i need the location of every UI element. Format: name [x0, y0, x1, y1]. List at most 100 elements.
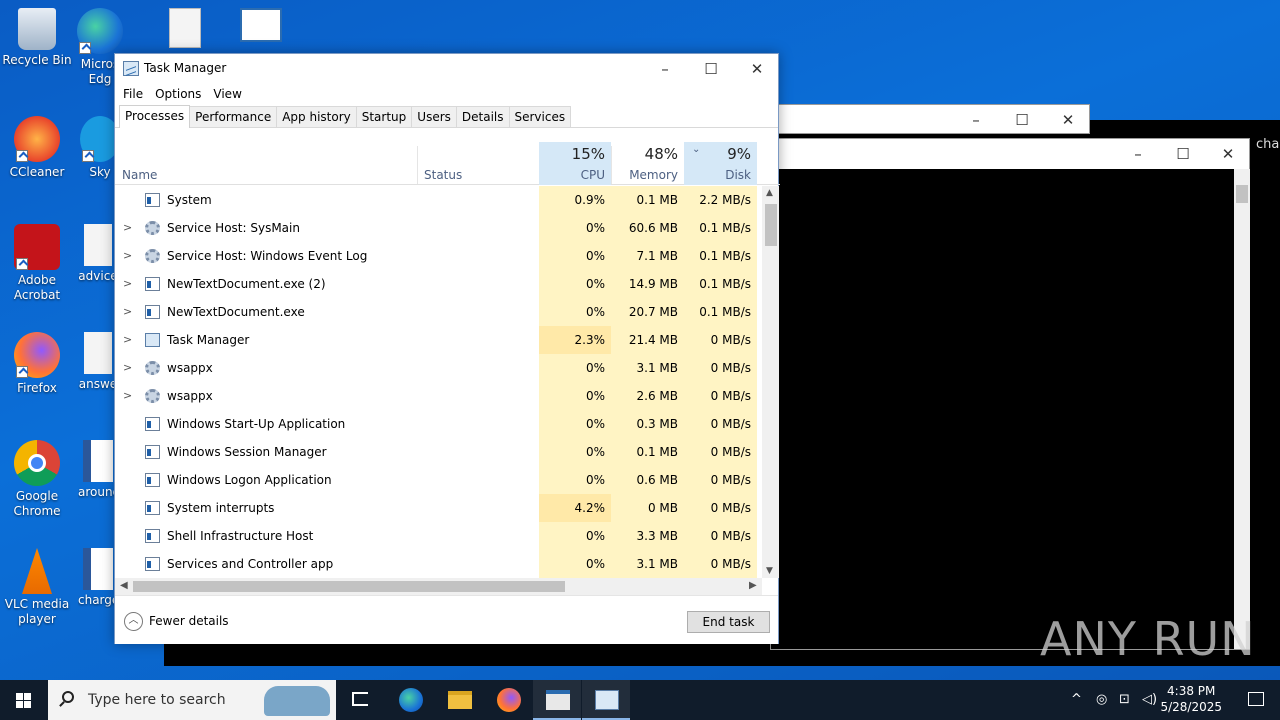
- desktop-icon-answe[interactable]: answe: [78, 332, 118, 392]
- maximize-button[interactable]: ☐: [999, 105, 1045, 135]
- column-header-disk[interactable]: ⌄ 9% Disk: [684, 142, 757, 185]
- scroll-down-arrow-icon[interactable]: ▼: [766, 566, 773, 576]
- desktop-icon-label: answe: [78, 377, 118, 391]
- process-row[interactable]: Windows Start-Up Application 0% 0.3 MB 0 MB…: [115, 410, 760, 438]
- tab-services[interactable]: Services: [508, 106, 572, 127]
- desktop-icon-advice[interactable]: advice: [78, 224, 118, 284]
- horizontal-scrollbar[interactable]: ◀ ▶: [115, 578, 762, 595]
- console-window[interactable]: – ☐ ✕: [770, 138, 1250, 650]
- taskbar-task-manager[interactable]: [582, 680, 630, 720]
- minimize-button[interactable]: –: [642, 54, 688, 84]
- expand-chevron-icon[interactable]: >: [123, 249, 132, 262]
- vertical-scrollbar[interactable]: ▲ ▼: [762, 186, 779, 578]
- desktop-icon-firefox[interactable]: Firefox: [0, 332, 74, 396]
- meet-now-icon[interactable]: ◎: [1096, 692, 1107, 707]
- desktop-icon-charge[interactable]: charge: [78, 548, 118, 608]
- expand-chevron-icon[interactable]: >: [123, 305, 132, 318]
- expand-chevron-icon[interactable]: >: [123, 389, 132, 402]
- taskbar-search-box[interactable]: Type here to search: [48, 680, 336, 720]
- taskbar-firefox[interactable]: [484, 680, 532, 720]
- expand-chevron-icon[interactable]: >: [123, 361, 132, 374]
- network-icon[interactable]: ⊡: [1119, 692, 1130, 707]
- process-row[interactable]: > NewTextDocument.exe 0% 20.7 MB 0.1 MB/s: [115, 298, 760, 326]
- console-scrollbar[interactable]: [1234, 169, 1250, 649]
- process-name: Shell Infrastructure Host: [167, 529, 314, 543]
- process-row[interactable]: > wsappx 0% 2.6 MB 0 MB/s: [115, 382, 760, 410]
- tab-app-history[interactable]: App history: [276, 106, 357, 127]
- desktop-icon-around[interactable]: around: [78, 440, 118, 500]
- file-icon: [84, 224, 112, 266]
- scroll-right-arrow-icon[interactable]: ▶: [749, 580, 757, 591]
- tab-users[interactable]: Users: [411, 106, 457, 127]
- process-row[interactable]: > Task Manager 2.3% 21.4 MB 0 MB/s: [115, 326, 760, 354]
- expand-chevron-icon[interactable]: >: [123, 333, 132, 346]
- process-row[interactable]: Windows Logon Application 0% 0.6 MB 0 MB/s: [115, 466, 760, 494]
- fewer-details-link[interactable]: Fewer details: [149, 614, 229, 628]
- close-button[interactable]: ✕: [1045, 105, 1091, 135]
- desktop-icon-recycle-bin[interactable]: Recycle Bin: [0, 8, 74, 68]
- process-row[interactable]: Windows Session Manager 0% 0.1 MB 0 MB/s: [115, 438, 760, 466]
- desktop-icon-google-chrome[interactable]: Google Chrome: [0, 440, 74, 519]
- scroll-left-arrow-icon[interactable]: ◀: [120, 580, 128, 591]
- tab-performance[interactable]: Performance: [189, 106, 278, 127]
- scroll-thumb[interactable]: [133, 581, 565, 592]
- windows-logo-icon-part: [24, 701, 31, 708]
- column-header-memory[interactable]: 48% Memory: [611, 142, 684, 185]
- console-output-area[interactable]: [771, 169, 1234, 649]
- desktop-icon-file-1[interactable]: [160, 8, 210, 51]
- title-bar[interactable]: Task Manager – ☐ ✕: [115, 54, 778, 84]
- scroll-thumb[interactable]: [1236, 185, 1248, 203]
- chevron-up-icon[interactable]: ︿: [124, 612, 143, 631]
- volume-icon[interactable]: ◁): [1142, 692, 1157, 707]
- process-row[interactable]: System interrupts 4.2% 0 MB 0 MB/s: [115, 494, 760, 522]
- desktop-icon-file-2[interactable]: [236, 8, 286, 45]
- taskbar: Type here to search ^ ◎ ⊡ ◁) 4:38 PM 5/2…: [0, 680, 1280, 720]
- scroll-up-arrow-icon[interactable]: ▲: [766, 188, 773, 198]
- maximize-button[interactable]: ☐: [1160, 139, 1206, 169]
- menu-options[interactable]: Options: [149, 84, 207, 104]
- end-task-button[interactable]: End task: [687, 611, 770, 633]
- minimize-button[interactable]: –: [953, 105, 999, 135]
- task-view-button[interactable]: [336, 680, 384, 720]
- start-button[interactable]: [0, 680, 48, 720]
- system-clock[interactable]: 4:38 PM 5/28/2025: [1160, 683, 1222, 715]
- desktop-icon-adobe-acrobat[interactable]: Adobe Acrobat: [0, 224, 74, 303]
- desktop-icon-ccleaner[interactable]: CCleaner: [0, 116, 74, 180]
- process-list[interactable]: System 0.9% 0.1 MB 2.2 MB/s > Service Host: S…: [115, 186, 760, 578]
- process-row[interactable]: > Service Host: Windows Event Log 0% 7.1 MB…: [115, 242, 760, 270]
- tab-details[interactable]: Details: [455, 106, 510, 127]
- tab-startup[interactable]: Startup: [355, 106, 413, 127]
- process-row[interactable]: > NewTextDocument.exe (2) 0% 14.9 MB 0.1 MB/…: [115, 270, 760, 298]
- desktop-icon-vlc[interactable]: VLC media player: [0, 548, 74, 627]
- process-row[interactable]: > wsappx 0% 3.1 MB 0 MB/s: [115, 354, 760, 382]
- process-row[interactable]: Services and Controller app 0% 3.1 MB 0 MB/…: [115, 550, 760, 578]
- taskbar-edge[interactable]: [386, 680, 434, 720]
- notification-button[interactable]: [1232, 680, 1280, 720]
- process-row[interactable]: System 0.9% 0.1 MB 2.2 MB/s: [115, 186, 760, 214]
- process-name: System interrupts: [167, 501, 275, 515]
- window-icon: [145, 529, 160, 543]
- tab-processes[interactable]: Processes: [119, 105, 191, 128]
- column-header-status[interactable]: Status: [417, 142, 539, 185]
- task-manager-window[interactable]: Task Manager – ☐ ✕ File Options View Pro…: [114, 53, 780, 644]
- column-header-cpu[interactable]: 15% CPU: [539, 142, 611, 185]
- process-row[interactable]: > Service Host: SysMain 0% 60.6 MB 0.1 MB/s: [115, 214, 760, 242]
- shortcut-arrow-icon: [82, 150, 94, 162]
- maximize-button[interactable]: ☐: [688, 54, 734, 84]
- taskbar-console[interactable]: [533, 680, 581, 720]
- process-row[interactable]: Shell Infrastructure Host 0% 3.3 MB 0 MB/s: [115, 522, 760, 550]
- close-button[interactable]: ✕: [1205, 139, 1251, 169]
- scroll-thumb[interactable]: [765, 204, 777, 246]
- taskbar-file-explorer[interactable]: [435, 680, 483, 720]
- console-titlebar[interactable]: – ☐ ✕: [771, 139, 1249, 169]
- menu-view[interactable]: View: [207, 84, 247, 104]
- menu-file[interactable]: File: [117, 84, 149, 104]
- expand-chevron-icon[interactable]: >: [123, 221, 132, 234]
- chevron-up-icon[interactable]: ^: [1071, 692, 1082, 707]
- expand-chevron-icon[interactable]: >: [123, 277, 132, 290]
- close-button[interactable]: ✕: [734, 54, 780, 84]
- minimize-button[interactable]: –: [1115, 139, 1161, 169]
- column-header-name[interactable]: Name: [115, 142, 417, 185]
- process-disk: 0.1 MB/s: [684, 298, 757, 326]
- clock-date: 5/28/2025: [1160, 700, 1222, 714]
